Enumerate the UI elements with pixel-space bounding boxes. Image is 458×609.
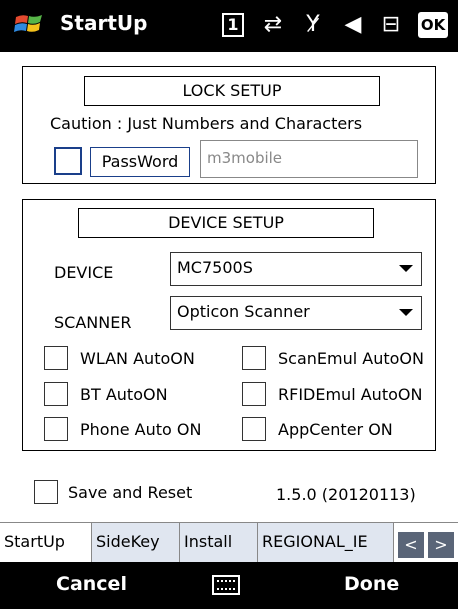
softkey-bar: Cancel Done (0, 562, 458, 609)
version-text: 1.5.0 (20120113) (276, 485, 416, 504)
appcenter-on-label: AppCenter ON (278, 420, 393, 439)
title-bar: StartUp 1 ⇄ Y̷ ◀ ⊟ OK (0, 0, 458, 52)
ok-button[interactable]: OK (418, 12, 448, 38)
wlan-autoon-label: WLAN AutoON (80, 349, 195, 368)
chevron-down-icon (399, 309, 413, 316)
device-label: DEVICE (54, 263, 114, 282)
password-checkbox[interactable] (54, 147, 82, 175)
done-button[interactable]: Done (344, 573, 399, 595)
no-signal-icon: Y̷ (306, 12, 320, 37)
scanner-select-value: Opticon Scanner (177, 302, 310, 321)
tab-bar: StartUp SideKey Install REGIONAL_IE < > (0, 522, 458, 563)
scanner-label: SCANNER (54, 313, 132, 332)
keyboard-icon[interactable] (212, 575, 240, 595)
rfidemul-autoon-checkbox[interactable] (242, 382, 266, 406)
appcenter-on-checkbox[interactable] (242, 417, 266, 441)
data-sync-icon: ⇄ (263, 12, 283, 37)
tab-install[interactable]: Install (180, 523, 258, 563)
save-and-reset-label: Save and Reset (68, 483, 193, 502)
chevron-down-icon (399, 265, 413, 272)
device-setup-header: DEVICE SETUP (78, 208, 374, 238)
tab-next-button[interactable]: > (428, 532, 454, 558)
sim-icon: 1 (220, 12, 246, 38)
scanemul-autoon-label: ScanEmul AutoON (278, 349, 424, 368)
tab-sidekey[interactable]: SideKey (92, 523, 180, 563)
app-title: StartUp (60, 11, 148, 35)
tab-startup[interactable]: StartUp (0, 523, 92, 563)
phone-auto-on-label: Phone Auto ON (80, 420, 202, 439)
password-label: PassWord (90, 147, 190, 177)
tab-regional[interactable]: REGIONAL_IE (258, 523, 394, 563)
save-and-reset-checkbox[interactable] (34, 480, 58, 504)
scanemul-autoon-checkbox[interactable] (242, 346, 266, 370)
volume-icon: ◀ (344, 12, 362, 37)
battery-icon: ⊟ (381, 12, 401, 37)
wlan-autoon-checkbox[interactable] (44, 346, 68, 370)
password-input[interactable]: m3mobile (200, 140, 418, 178)
scanner-select[interactable]: Opticon Scanner (170, 296, 422, 330)
windows-logo-icon[interactable] (14, 11, 44, 37)
sim-number: 1 (222, 13, 244, 37)
rfidemul-autoon-label: RFIDEmul AutoON (278, 385, 423, 404)
device-select[interactable]: MC7500S (170, 252, 422, 286)
tab-prev-button[interactable]: < (398, 532, 424, 558)
cancel-button[interactable]: Cancel (56, 573, 127, 595)
bt-autoon-label: BT AutoON (80, 385, 168, 404)
caution-text: Caution : Just Numbers and Characters (50, 114, 363, 133)
lock-setup-header: LOCK SETUP (84, 76, 380, 106)
bt-autoon-checkbox[interactable] (44, 382, 68, 406)
phone-auto-on-checkbox[interactable] (44, 417, 68, 441)
device-select-value: MC7500S (177, 258, 253, 277)
